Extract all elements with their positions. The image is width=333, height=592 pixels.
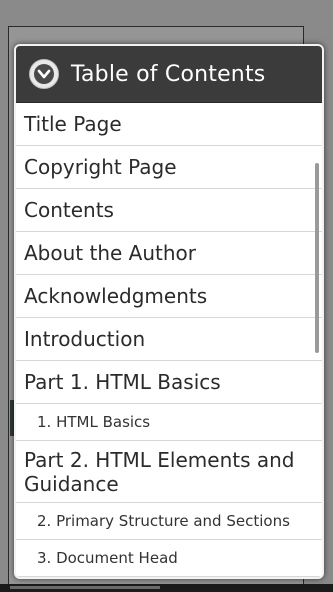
page-slider[interactable] [10, 586, 160, 589]
toc-item-part-1[interactable]: Part 1. HTML Basics [16, 361, 322, 404]
toc-item-introduction[interactable]: Introduction [16, 318, 322, 361]
toc-item-title-page[interactable]: Title Page [16, 103, 322, 146]
toc-list: Title Page Copyright Page Contents About… [16, 103, 322, 577]
dialog-header: Table of Contents [16, 46, 322, 103]
dialog-title: Table of Contents [71, 61, 266, 87]
bottom-bar [0, 584, 333, 592]
toc-item-label: Title Page [24, 112, 122, 136]
toc-item-label: Acknowledgments [24, 284, 208, 308]
toc-item-label: 3. Document Head [37, 549, 178, 567]
toc-item-label: Part 2. HTML Elements and Guidance [24, 447, 295, 496]
toc-item-label: Copyright Page [24, 155, 177, 179]
chevron-down-circle-icon[interactable] [29, 59, 59, 89]
toc-item-part-2[interactable]: Part 2. HTML Elements and Guidance [16, 441, 322, 503]
toc-item-label: Contents [24, 198, 114, 222]
list-scrollbar[interactable] [315, 163, 319, 353]
toc-item-about-author[interactable]: About the Author [16, 232, 322, 275]
toc-item-label: Part 1. HTML Basics [24, 370, 221, 394]
toc-item-acknowledgments[interactable]: Acknowledgments [16, 275, 322, 318]
toc-dialog: Table of Contents Title Page Copyright P… [14, 44, 324, 579]
toc-item-label: About the Author [24, 241, 197, 265]
toc-item-label: Introduction [24, 327, 146, 351]
toc-item-contents[interactable]: Contents [16, 189, 322, 232]
toc-item-label: 2. Primary Structure and Sections [37, 512, 290, 530]
toc-item-chapter-3[interactable]: 3. Document Head [16, 540, 322, 577]
toc-item-chapter-1[interactable]: 1. HTML Basics [16, 404, 322, 441]
toc-item-copyright-page[interactable]: Copyright Page [16, 146, 322, 189]
toc-item-chapter-2[interactable]: 2. Primary Structure and Sections [16, 503, 322, 540]
toc-item-label: 1. HTML Basics [37, 413, 151, 431]
